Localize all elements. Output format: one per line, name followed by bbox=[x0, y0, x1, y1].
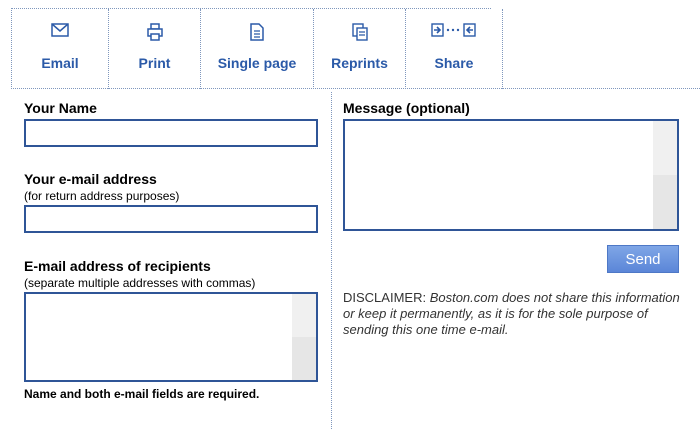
recipients-textarea[interactable] bbox=[24, 292, 318, 382]
share-tool-label: Share bbox=[434, 55, 474, 71]
reprints-tool[interactable]: Reprints bbox=[314, 9, 406, 89]
disclaimer: DISCLAIMER: Boston.com does not share th… bbox=[343, 290, 683, 338]
message-label: Message (optional) bbox=[343, 100, 470, 116]
column-divider bbox=[331, 92, 332, 429]
single-page-tool-label: Single page bbox=[217, 55, 297, 71]
printer-icon bbox=[109, 23, 200, 41]
email-tool-label: Email bbox=[41, 55, 79, 71]
share-toolbar: Email Print Single page Reprints Share bbox=[11, 8, 503, 89]
message-scrollbar[interactable] bbox=[653, 121, 677, 229]
copies-icon bbox=[314, 23, 405, 41]
recipients-scrollbar[interactable] bbox=[292, 294, 316, 380]
message-textarea[interactable] bbox=[343, 119, 679, 231]
recipients-label: E-mail address of recipients bbox=[24, 258, 211, 274]
your-name-input[interactable] bbox=[24, 119, 318, 147]
disclaimer-prefix: DISCLAIMER: bbox=[343, 290, 430, 305]
your-email-hint: (for return address purposes) bbox=[24, 189, 180, 203]
required-note: Name and both e-mail fields are required… bbox=[24, 387, 260, 401]
your-name-label: Your Name bbox=[24, 100, 97, 116]
your-email-input[interactable] bbox=[24, 205, 318, 233]
document-icon bbox=[201, 23, 313, 41]
single-page-tool[interactable]: Single page bbox=[201, 9, 314, 89]
reprints-tool-label: Reprints bbox=[331, 55, 388, 71]
your-email-label: Your e-mail address bbox=[24, 171, 157, 187]
divider bbox=[11, 88, 700, 89]
share-arrows-icon bbox=[406, 23, 502, 41]
share-tool[interactable]: Share bbox=[406, 9, 503, 89]
print-tool-label: Print bbox=[138, 55, 171, 71]
envelope-icon bbox=[12, 23, 108, 41]
send-button[interactable]: Send bbox=[607, 245, 679, 273]
print-tool[interactable]: Print bbox=[109, 9, 201, 89]
recipients-hint: (separate multiple addresses with commas… bbox=[24, 276, 256, 290]
email-tool[interactable]: Email bbox=[12, 9, 109, 89]
